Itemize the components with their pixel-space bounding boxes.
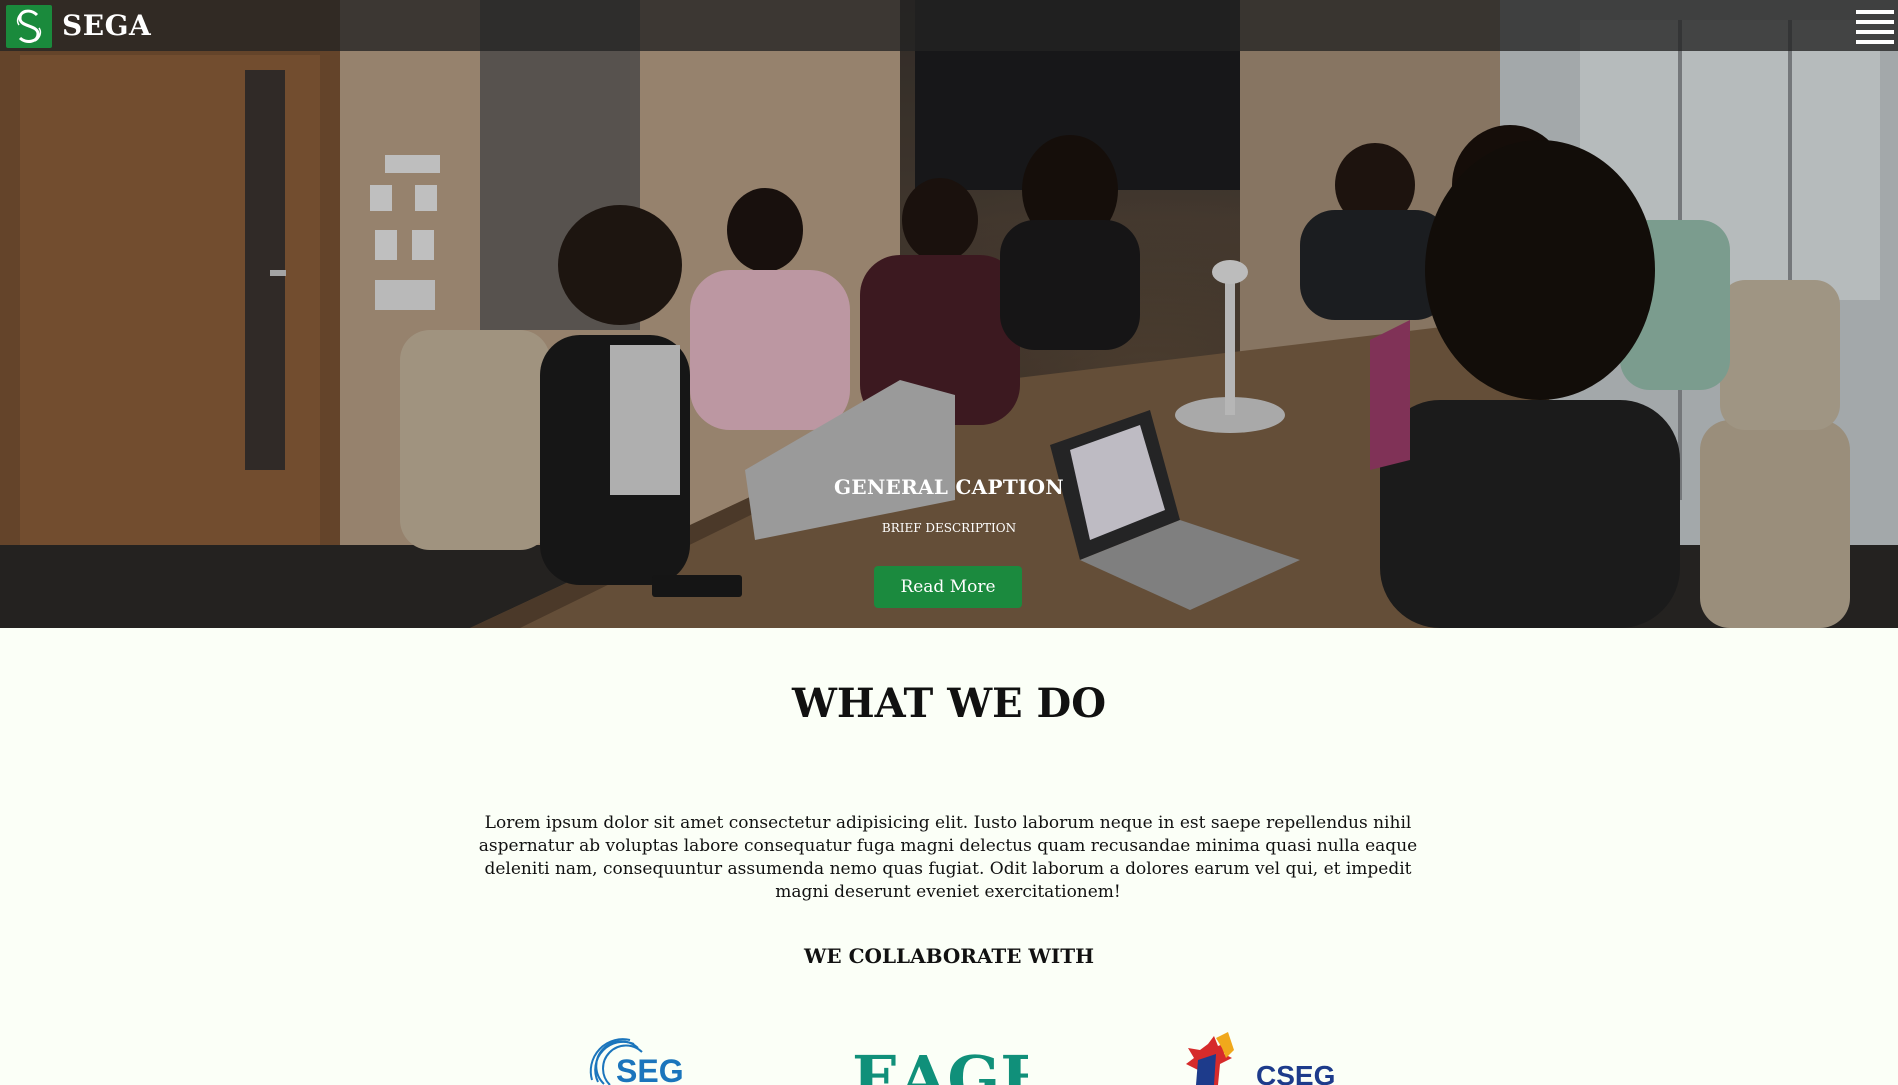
cseg-logo-icon: CSEG xyxy=(1186,1032,1335,1085)
hero-caption-description: BRIEF DESCRIPTION xyxy=(881,521,1017,535)
partner-name: SEG xyxy=(616,1053,683,1085)
sega-logo-mark xyxy=(16,9,42,43)
eage-logo-icon: EAGE xyxy=(852,1042,1028,1085)
collaborate-title: WE COLLABORATE WITH xyxy=(803,944,1095,968)
read-more-button[interactable]: Read More xyxy=(874,566,1022,608)
what-we-do-body: Lorem ipsum dolor sit amet consectetur a… xyxy=(478,813,1418,902)
partner-logo-eage[interactable]: EAGE xyxy=(848,1030,1028,1085)
partner-name: EAGE xyxy=(852,1042,1028,1085)
hero-banner: GENERAL CAPTION BRIEF DESCRIPTION Read M… xyxy=(0,0,1898,628)
partner-logo-seg[interactable]: SEG xyxy=(588,1030,683,1085)
what-we-do-title: WHAT WE DO xyxy=(791,680,1107,727)
top-navbar: SEGA xyxy=(0,0,1898,51)
partner-name: CSEG xyxy=(1256,1060,1335,1085)
hamburger-line xyxy=(1856,20,1894,24)
hero-caption-title: GENERAL CAPTION xyxy=(834,475,1064,499)
sega-logo-icon[interactable] xyxy=(6,5,52,48)
seg-logo-icon: SEG xyxy=(589,1038,683,1085)
partner-logo-cseg[interactable]: CSEG xyxy=(1178,1030,1338,1085)
hamburger-line xyxy=(1856,10,1894,14)
brand-name[interactable]: SEGA xyxy=(62,9,151,42)
hamburger-line xyxy=(1856,30,1894,34)
page: GENERAL CAPTION BRIEF DESCRIPTION Read M… xyxy=(0,0,1898,1085)
hamburger-line xyxy=(1856,40,1894,44)
hamburger-menu-icon[interactable] xyxy=(1856,10,1894,44)
